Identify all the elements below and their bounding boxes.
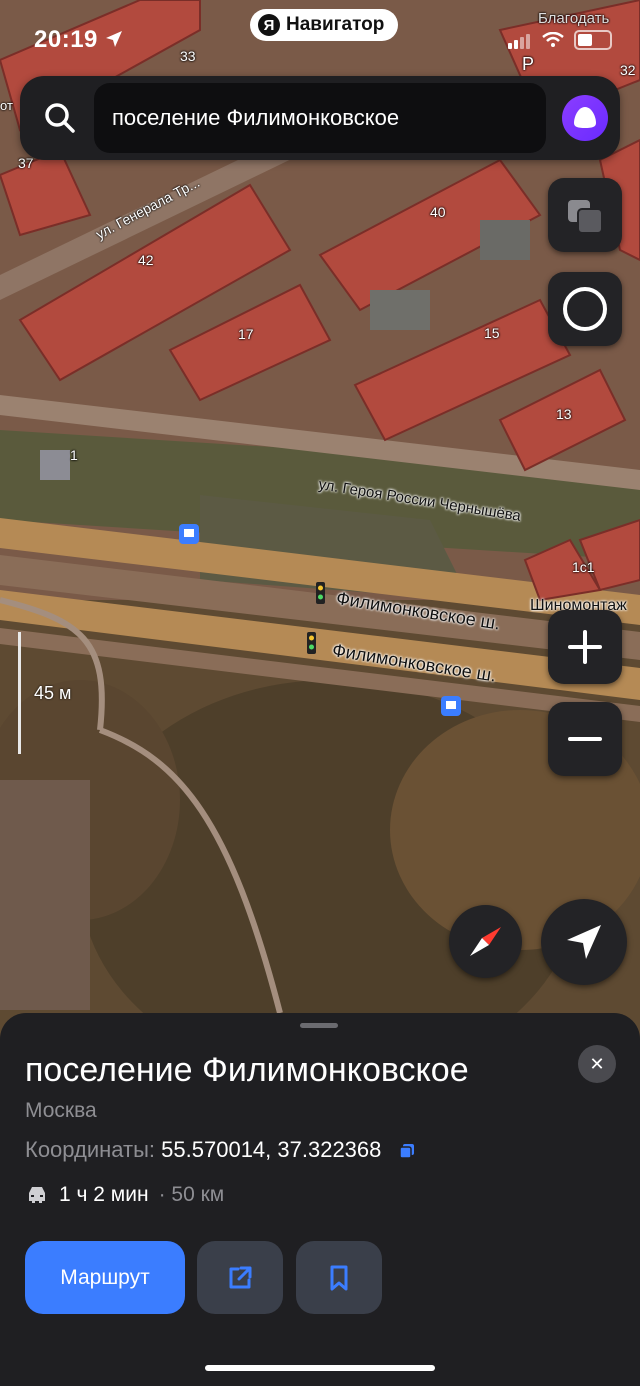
route-distance: · 50 км bbox=[158, 1183, 225, 1206]
circle-mode-icon bbox=[563, 287, 607, 331]
yandex-logo-icon: Я bbox=[258, 14, 280, 36]
share-button[interactable] bbox=[197, 1241, 283, 1314]
status-bar: 20:19 Я Навигатор bbox=[0, 0, 640, 60]
navigation-arrow-icon bbox=[567, 925, 601, 959]
sheet-grabber[interactable] bbox=[300, 1023, 338, 1028]
close-button[interactable]: ✕ bbox=[578, 1045, 616, 1083]
bookmark-icon bbox=[330, 1265, 348, 1290]
location-arrow-icon bbox=[106, 31, 122, 47]
building-number: 40 bbox=[430, 204, 446, 220]
copy-icon[interactable] bbox=[398, 1142, 416, 1160]
building-number: 15 bbox=[484, 325, 500, 341]
my-location-button[interactable] bbox=[541, 899, 627, 985]
signal-icon bbox=[508, 31, 532, 49]
building-number: 42 bbox=[138, 252, 154, 268]
status-indicators bbox=[508, 30, 612, 50]
compass-icon bbox=[470, 927, 501, 956]
battery-icon bbox=[574, 30, 612, 50]
building-number: 1 bbox=[70, 447, 78, 463]
map-mode-button[interactable] bbox=[548, 272, 622, 346]
zoom-in-button[interactable] bbox=[548, 610, 622, 684]
wifi-icon bbox=[542, 32, 564, 47]
layers-icon bbox=[568, 200, 603, 234]
alice-icon bbox=[574, 107, 596, 128]
map-scale-label: 45 м bbox=[34, 683, 72, 703]
route-duration: 1 ч 2 мин bbox=[59, 1183, 149, 1206]
place-city: Москва bbox=[25, 1099, 97, 1122]
place-card: поселение Филимонковское ✕ Москва Коорди… bbox=[0, 1013, 640, 1386]
app-badge[interactable]: Я Навигатор bbox=[250, 9, 399, 41]
coordinates-row: Координаты: 55.570014, 37.322368 bbox=[25, 1137, 416, 1163]
alice-assistant-button[interactable] bbox=[562, 95, 608, 141]
coordinates-value: 55.570014, 37.322368 bbox=[161, 1137, 382, 1162]
plus-icon bbox=[568, 630, 602, 664]
place-title: поселение Филимонковское bbox=[25, 1051, 469, 1089]
building-number: 1с1 bbox=[572, 559, 595, 575]
search-icon[interactable] bbox=[40, 98, 80, 138]
share-icon bbox=[229, 1266, 252, 1288]
building-number: 13 bbox=[556, 406, 572, 422]
car-icon bbox=[29, 1187, 45, 1203]
home-indicator[interactable] bbox=[205, 1365, 435, 1371]
route-summary: 1 ч 2 мин · 50 км bbox=[25, 1183, 224, 1207]
layers-button[interactable] bbox=[548, 178, 622, 252]
search-input[interactable]: поселение Филимонковское bbox=[94, 83, 546, 153]
bookmark-button[interactable] bbox=[296, 1241, 382, 1314]
building-number: 17 bbox=[238, 326, 254, 342]
zoom-out-button[interactable] bbox=[548, 702, 622, 776]
building-number: 32 bbox=[620, 62, 636, 78]
coordinates-label: Координаты: bbox=[25, 1137, 156, 1162]
app-name: Навигатор bbox=[286, 14, 385, 35]
poi-label: от bbox=[0, 98, 13, 113]
close-icon: ✕ bbox=[589, 1053, 605, 1074]
minus-icon bbox=[568, 737, 602, 741]
compass-button[interactable] bbox=[449, 905, 522, 978]
route-button[interactable]: Маршрут bbox=[25, 1241, 185, 1314]
building-number: 37 bbox=[18, 155, 34, 171]
search-bar: поселение Филимонковское bbox=[20, 76, 620, 160]
status-time: 20:19 bbox=[34, 26, 98, 53]
map-scale-bar bbox=[18, 632, 21, 754]
